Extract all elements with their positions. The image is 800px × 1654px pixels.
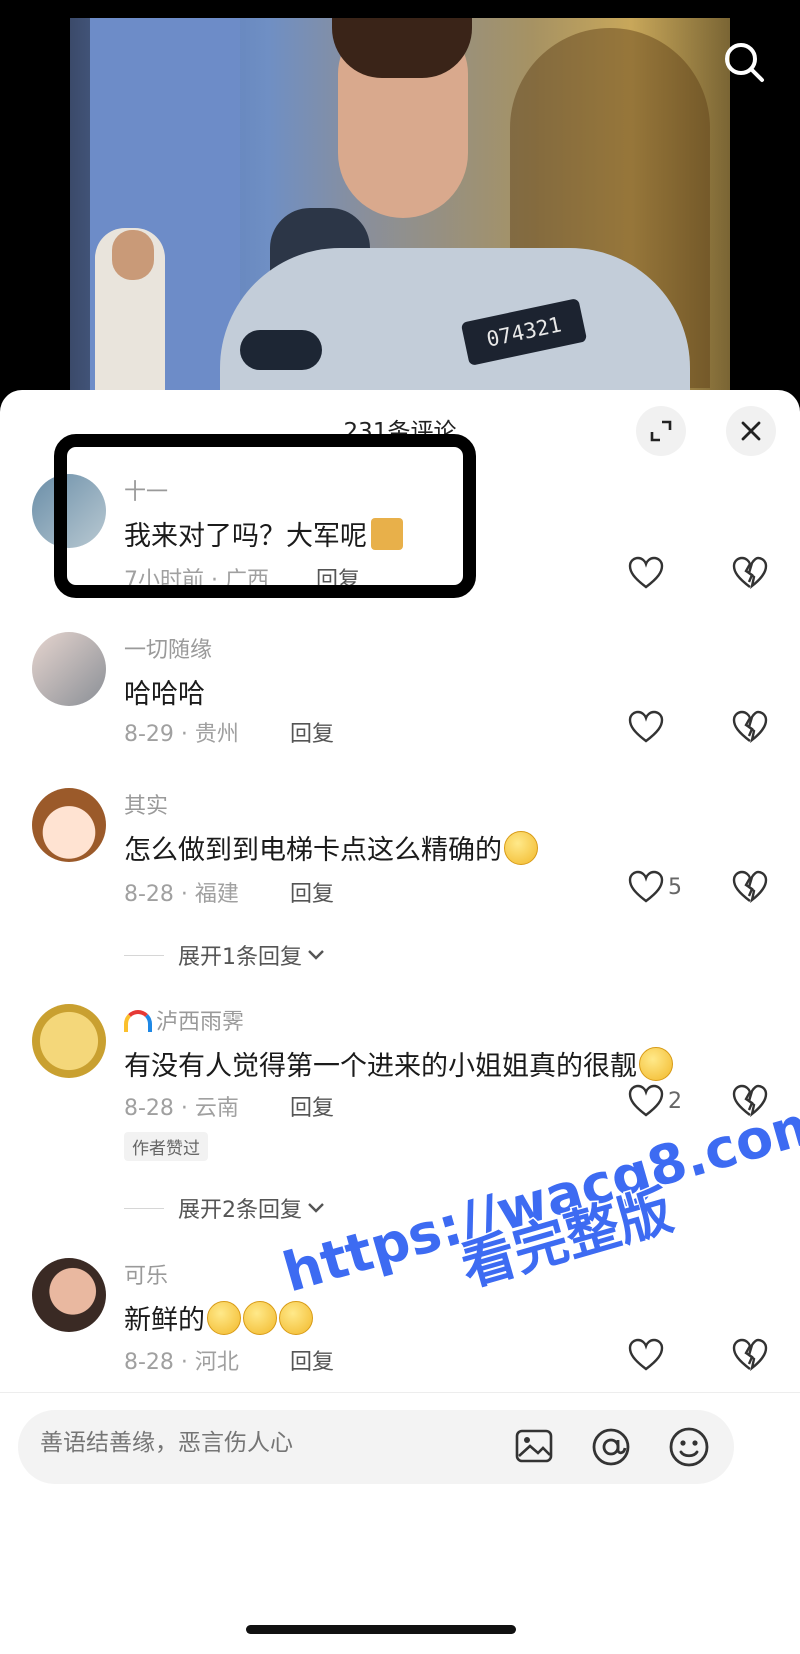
dislike-button[interactable] [732,710,768,748]
like-button[interactable] [628,556,664,590]
divider [0,1392,800,1393]
search-icon[interactable] [722,40,766,84]
highlight-annotation-box [54,434,476,598]
at-icon[interactable] [590,1426,632,1468]
grimace-emoji-icon [243,1301,277,1335]
dislike-button[interactable] [732,556,768,594]
pleading-face-emoji-icon [504,831,538,865]
comment-region: 河北 [194,1350,239,1375]
close-button[interactable] [726,406,776,456]
heart-icon [628,1084,664,1117]
expand-button[interactable] [636,406,686,456]
heart-icon [628,710,664,743]
heart-icon [628,1338,664,1371]
comment-author[interactable]: 其实 [124,788,168,820]
avatar[interactable] [32,1004,106,1078]
comment-region: 云南 [194,1096,239,1121]
comment-region: 福建 [194,882,239,907]
dislike-button[interactable] [732,1084,768,1122]
video-player[interactable]: 074321 [0,0,800,400]
comment-meta: 8-28 · 云南 [124,1096,239,1121]
comment-text: 哈哈哈 [124,679,205,710]
like-button[interactable]: 2 [628,1084,682,1118]
expand-replies-label: 展开1条回复 [178,945,302,970]
like-count: 5 [668,874,682,900]
comment-date: 8-28 [124,882,174,907]
expand-replies-label: 展开2条回复 [178,1198,302,1223]
close-icon [741,421,761,441]
person-left-head [112,230,154,280]
comment-date: 8-28 [124,1350,174,1375]
comment-author[interactable]: 一切随缘 [124,632,212,664]
like-button[interactable]: 5 [628,870,682,904]
comment-author[interactable]: 可乐 [124,1258,168,1290]
video-frame: 074321 [70,18,730,400]
comment-input-bar [18,1410,734,1484]
comment-author[interactable]: 泸西雨霁 [124,1004,244,1036]
comment-meta: 8-28 · 河北 [124,1350,239,1375]
comment-input[interactable] [40,1430,440,1456]
comment-text: 新鲜的 [124,1298,313,1337]
divider [124,954,164,956]
broken-heart-icon [732,556,768,590]
image-icon[interactable] [514,1426,554,1466]
expand-icon [650,420,672,442]
emoji-icon[interactable] [668,1426,710,1468]
avatar[interactable] [32,1258,106,1332]
chevron-down-icon [308,1203,324,1213]
avatar[interactable] [32,788,106,862]
chevron-down-icon [308,950,324,960]
author-liked-badge: 作者赞过 [124,1132,208,1161]
comment-text-content: 新鲜的 [124,1305,205,1336]
comment-meta: 8-28 · 福建 [124,882,239,907]
comment-meta: 8-29 · 贵州 [124,722,239,747]
uniform [220,248,690,400]
expand-replies-button[interactable]: 展开1条回复 [124,939,326,971]
divider [124,1207,164,1209]
dislike-button[interactable] [732,870,768,908]
comment-date: 8-29 [124,722,174,747]
broken-heart-icon [732,1084,768,1118]
home-indicator[interactable] [246,1625,516,1634]
heart-icon [628,556,664,589]
heart-icon [628,870,664,903]
reply-button[interactable]: 回复 [290,1344,334,1376]
comment-author-name: 泸西雨霁 [156,1010,245,1035]
broken-heart-icon [732,1338,768,1372]
reply-button[interactable]: 回复 [290,716,334,748]
grimace-emoji-icon [279,1301,313,1335]
grimace-emoji-icon [207,1301,241,1335]
reply-button[interactable]: 回复 [290,1090,334,1122]
comment-text: 怎么做到到电梯卡点这么精确的 [124,828,538,867]
broken-heart-icon [732,870,768,904]
comment-text-content: 怎么做到到电梯卡点这么精确的 [124,835,502,866]
like-button[interactable] [628,710,664,744]
comment-region: 贵州 [194,722,239,747]
rainbow-icon [124,1010,152,1032]
comment-text: 有没有人觉得第一个进来的小姐姐真的很靓 [124,1044,673,1083]
comment-text-content: 有没有人觉得第一个进来的小姐姐真的很靓 [124,1051,637,1082]
like-count: 2 [668,1088,682,1114]
drooling-face-emoji-icon [639,1047,673,1081]
reply-button[interactable]: 回复 [290,876,334,908]
dislike-button[interactable] [732,1338,768,1376]
like-button[interactable] [628,1338,664,1372]
expand-replies-button[interactable]: 展开2条回复 [124,1192,326,1224]
broken-heart-icon [732,710,768,744]
avatar[interactable] [32,632,106,706]
comment-date: 8-28 [124,1096,174,1121]
shoulder-badge [240,330,322,370]
